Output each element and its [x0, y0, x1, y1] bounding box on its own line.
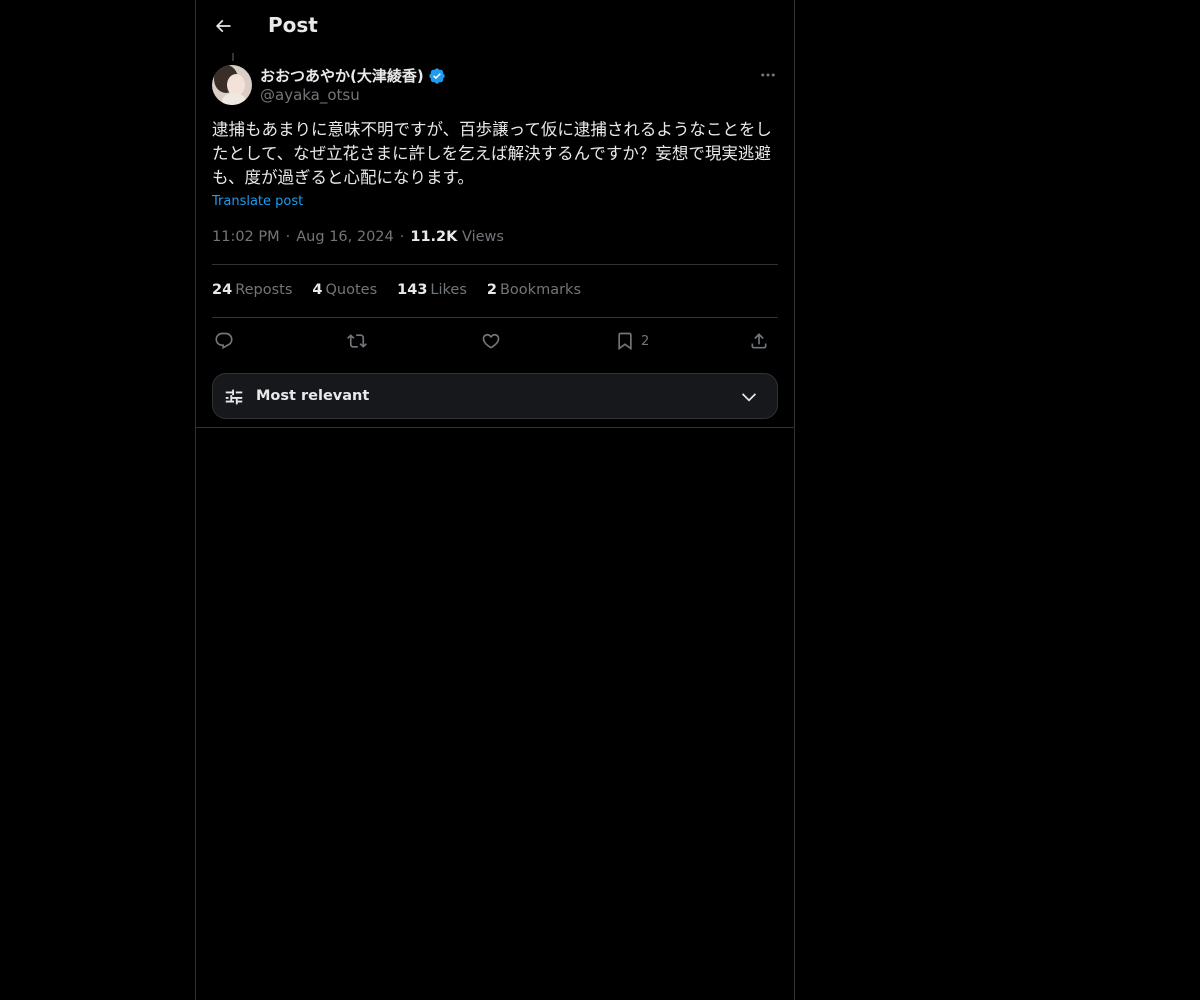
post-text: 逮捕もあまりに意味不明ですが、百歩譲って仮に逮捕されるようなことをしたとして、な…	[212, 120, 772, 187]
reposts-stat[interactable]: 24 Reposts	[212, 282, 292, 298]
reply-sort-dropdown[interactable]: Most relevant	[212, 373, 778, 419]
arrow-left-icon	[215, 19, 231, 33]
bookmark-icon	[618, 332, 632, 351]
translate-post-link[interactable]: Translate post	[212, 194, 303, 209]
likes-label: Likes	[430, 282, 467, 298]
more-icon	[761, 73, 775, 77]
meta-separator: ·	[285, 229, 291, 245]
reposts-count: 24	[212, 282, 233, 298]
avatar-image	[212, 65, 252, 105]
more-options-button[interactable]	[754, 64, 782, 86]
views-label: Views	[462, 229, 504, 245]
share-button[interactable]	[749, 330, 769, 352]
reply-button[interactable]	[214, 330, 234, 352]
quotes-label: Quotes	[325, 282, 378, 298]
post-time[interactable]: 11:02 PM	[212, 229, 280, 245]
author-name[interactable]: おおつあやか(大津綾香)	[260, 65, 424, 86]
quotes-count: 4	[312, 282, 323, 298]
author-name-row: おおつあやか(大津綾香)	[260, 65, 446, 86]
bookmark-count: 2	[641, 333, 650, 349]
post-column: Post おおつあやか(大津綾香) @ayaka_otsu 逮捕もあまりに意味不…	[195, 0, 795, 1000]
bookmark-button[interactable]: 2	[615, 330, 649, 352]
avatar[interactable]	[212, 65, 252, 105]
section-divider	[196, 427, 794, 428]
post-meta: 11:02 PM · Aug 16, 2024 · 11.2K Views	[212, 229, 504, 245]
meta-separator: ·	[399, 229, 405, 245]
page-title: Post	[268, 13, 318, 37]
repost-button[interactable]	[347, 330, 367, 352]
post-date[interactable]: Aug 16, 2024	[296, 229, 394, 245]
views-count: 11.2K	[410, 229, 458, 245]
page-header: Post	[196, 0, 794, 53]
reply-icon	[215, 332, 233, 350]
bookmarks-count: 2	[486, 282, 497, 298]
sliders-icon	[225, 389, 243, 405]
bookmarks-label: Bookmarks	[499, 282, 581, 298]
divider	[212, 264, 778, 265]
back-button[interactable]	[208, 11, 238, 41]
likes-stat[interactable]: 143 Likes	[397, 282, 467, 298]
like-button[interactable]	[481, 330, 501, 352]
verified-badge-icon	[428, 67, 446, 85]
reposts-label: Reposts	[235, 282, 293, 298]
post-views: 11.2K Views	[410, 229, 504, 245]
heart-icon	[482, 333, 500, 349]
action-bar: 2	[212, 326, 778, 356]
sort-label: Most relevant	[256, 388, 370, 404]
quotes-stat[interactable]: 4 Quotes	[312, 282, 377, 298]
chevron-down-icon	[741, 393, 757, 402]
engagement-stats: 24 Reposts 4 Quotes 143 Likes 2 Bookmarks	[212, 282, 581, 298]
share-icon	[751, 333, 767, 349]
divider	[212, 317, 778, 318]
repost-icon	[347, 334, 367, 348]
author-handle[interactable]: @ayaka_otsu	[260, 86, 360, 104]
likes-count: 143	[397, 282, 428, 298]
thread-line	[232, 53, 234, 61]
bookmarks-stat[interactable]: 2 Bookmarks	[487, 282, 581, 298]
